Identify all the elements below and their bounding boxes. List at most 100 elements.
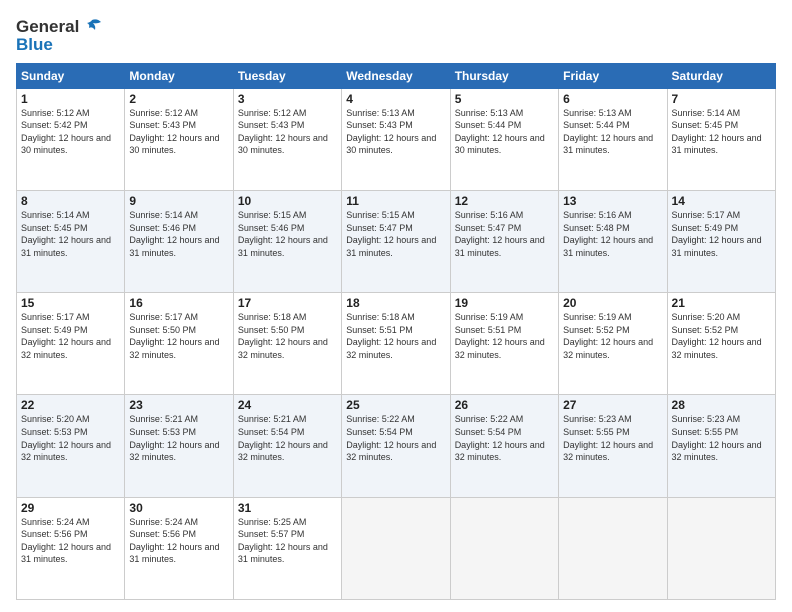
calendar-cell: 14Sunrise: 5:17 AM Sunset: 5:49 PM Dayli… — [667, 190, 775, 292]
day-number: 11 — [346, 194, 445, 208]
day-number: 19 — [455, 296, 554, 310]
day-info: Sunrise: 5:16 AM Sunset: 5:48 PM Dayligh… — [563, 209, 662, 259]
day-number: 15 — [21, 296, 120, 310]
day-number: 22 — [21, 398, 120, 412]
day-number: 29 — [21, 501, 120, 515]
calendar-cell: 24Sunrise: 5:21 AM Sunset: 5:54 PM Dayli… — [233, 395, 341, 497]
calendar-page: General Blue SundayMondayTuesdayWednesda… — [0, 0, 792, 612]
logo-bird-icon — [81, 16, 103, 38]
header: General Blue — [16, 16, 776, 55]
calendar-cell: 5Sunrise: 5:13 AM Sunset: 5:44 PM Daylig… — [450, 88, 558, 190]
calendar-table: SundayMondayTuesdayWednesdayThursdayFrid… — [16, 63, 776, 600]
day-info: Sunrise: 5:17 AM Sunset: 5:50 PM Dayligh… — [129, 311, 228, 361]
day-info: Sunrise: 5:15 AM Sunset: 5:47 PM Dayligh… — [346, 209, 445, 259]
day-info: Sunrise: 5:23 AM Sunset: 5:55 PM Dayligh… — [672, 413, 771, 463]
day-info: Sunrise: 5:16 AM Sunset: 5:47 PM Dayligh… — [455, 209, 554, 259]
day-info: Sunrise: 5:24 AM Sunset: 5:56 PM Dayligh… — [21, 516, 120, 566]
day-number: 21 — [672, 296, 771, 310]
day-number: 5 — [455, 92, 554, 106]
calendar-cell: 8Sunrise: 5:14 AM Sunset: 5:45 PM Daylig… — [17, 190, 125, 292]
day-number: 3 — [238, 92, 337, 106]
calendar-cell: 30Sunrise: 5:24 AM Sunset: 5:56 PM Dayli… — [125, 497, 233, 599]
calendar-cell: 22Sunrise: 5:20 AM Sunset: 5:53 PM Dayli… — [17, 395, 125, 497]
day-number: 13 — [563, 194, 662, 208]
day-info: Sunrise: 5:14 AM Sunset: 5:46 PM Dayligh… — [129, 209, 228, 259]
day-info: Sunrise: 5:24 AM Sunset: 5:56 PM Dayligh… — [129, 516, 228, 566]
day-number: 2 — [129, 92, 228, 106]
calendar-cell: 2Sunrise: 5:12 AM Sunset: 5:43 PM Daylig… — [125, 88, 233, 190]
day-header-thursday: Thursday — [450, 63, 558, 88]
calendar-cell: 10Sunrise: 5:15 AM Sunset: 5:46 PM Dayli… — [233, 190, 341, 292]
calendar-cell: 11Sunrise: 5:15 AM Sunset: 5:47 PM Dayli… — [342, 190, 450, 292]
day-number: 30 — [129, 501, 228, 515]
logo-blue: Blue — [16, 36, 103, 55]
calendar-body: 1Sunrise: 5:12 AM Sunset: 5:42 PM Daylig… — [17, 88, 776, 599]
day-info: Sunrise: 5:20 AM Sunset: 5:52 PM Dayligh… — [672, 311, 771, 361]
day-number: 4 — [346, 92, 445, 106]
day-header-wednesday: Wednesday — [342, 63, 450, 88]
day-info: Sunrise: 5:14 AM Sunset: 5:45 PM Dayligh… — [21, 209, 120, 259]
calendar-cell: 27Sunrise: 5:23 AM Sunset: 5:55 PM Dayli… — [559, 395, 667, 497]
logo: General Blue — [16, 16, 103, 55]
day-number: 28 — [672, 398, 771, 412]
day-info: Sunrise: 5:21 AM Sunset: 5:53 PM Dayligh… — [129, 413, 228, 463]
day-number: 9 — [129, 194, 228, 208]
calendar-cell: 26Sunrise: 5:22 AM Sunset: 5:54 PM Dayli… — [450, 395, 558, 497]
day-number: 16 — [129, 296, 228, 310]
calendar-week-row: 29Sunrise: 5:24 AM Sunset: 5:56 PM Dayli… — [17, 497, 776, 599]
day-number: 31 — [238, 501, 337, 515]
day-number: 8 — [21, 194, 120, 208]
day-info: Sunrise: 5:12 AM Sunset: 5:43 PM Dayligh… — [238, 107, 337, 157]
calendar-cell: 7Sunrise: 5:14 AM Sunset: 5:45 PM Daylig… — [667, 88, 775, 190]
calendar-cell — [450, 497, 558, 599]
calendar-cell — [559, 497, 667, 599]
day-number: 20 — [563, 296, 662, 310]
day-info: Sunrise: 5:18 AM Sunset: 5:51 PM Dayligh… — [346, 311, 445, 361]
day-info: Sunrise: 5:13 AM Sunset: 5:44 PM Dayligh… — [455, 107, 554, 157]
day-info: Sunrise: 5:13 AM Sunset: 5:44 PM Dayligh… — [563, 107, 662, 157]
day-number: 24 — [238, 398, 337, 412]
day-info: Sunrise: 5:22 AM Sunset: 5:54 PM Dayligh… — [455, 413, 554, 463]
calendar-cell: 20Sunrise: 5:19 AM Sunset: 5:52 PM Dayli… — [559, 293, 667, 395]
calendar-cell: 28Sunrise: 5:23 AM Sunset: 5:55 PM Dayli… — [667, 395, 775, 497]
calendar-week-row: 22Sunrise: 5:20 AM Sunset: 5:53 PM Dayli… — [17, 395, 776, 497]
day-info: Sunrise: 5:15 AM Sunset: 5:46 PM Dayligh… — [238, 209, 337, 259]
calendar-cell — [667, 497, 775, 599]
day-header-sunday: Sunday — [17, 63, 125, 88]
day-number: 10 — [238, 194, 337, 208]
days-header-row: SundayMondayTuesdayWednesdayThursdayFrid… — [17, 63, 776, 88]
day-number: 27 — [563, 398, 662, 412]
calendar-week-row: 8Sunrise: 5:14 AM Sunset: 5:45 PM Daylig… — [17, 190, 776, 292]
calendar-cell: 23Sunrise: 5:21 AM Sunset: 5:53 PM Dayli… — [125, 395, 233, 497]
day-number: 6 — [563, 92, 662, 106]
calendar-cell: 21Sunrise: 5:20 AM Sunset: 5:52 PM Dayli… — [667, 293, 775, 395]
day-info: Sunrise: 5:17 AM Sunset: 5:49 PM Dayligh… — [672, 209, 771, 259]
day-info: Sunrise: 5:21 AM Sunset: 5:54 PM Dayligh… — [238, 413, 337, 463]
calendar-cell: 19Sunrise: 5:19 AM Sunset: 5:51 PM Dayli… — [450, 293, 558, 395]
day-number: 18 — [346, 296, 445, 310]
calendar-week-row: 1Sunrise: 5:12 AM Sunset: 5:42 PM Daylig… — [17, 88, 776, 190]
calendar-cell: 25Sunrise: 5:22 AM Sunset: 5:54 PM Dayli… — [342, 395, 450, 497]
calendar-cell: 18Sunrise: 5:18 AM Sunset: 5:51 PM Dayli… — [342, 293, 450, 395]
calendar-cell: 9Sunrise: 5:14 AM Sunset: 5:46 PM Daylig… — [125, 190, 233, 292]
day-info: Sunrise: 5:23 AM Sunset: 5:55 PM Dayligh… — [563, 413, 662, 463]
day-number: 26 — [455, 398, 554, 412]
calendar-cell: 1Sunrise: 5:12 AM Sunset: 5:42 PM Daylig… — [17, 88, 125, 190]
day-number: 7 — [672, 92, 771, 106]
day-number: 17 — [238, 296, 337, 310]
day-header-friday: Friday — [559, 63, 667, 88]
day-info: Sunrise: 5:17 AM Sunset: 5:49 PM Dayligh… — [21, 311, 120, 361]
day-info: Sunrise: 5:14 AM Sunset: 5:45 PM Dayligh… — [672, 107, 771, 157]
day-info: Sunrise: 5:12 AM Sunset: 5:43 PM Dayligh… — [129, 107, 228, 157]
day-info: Sunrise: 5:19 AM Sunset: 5:52 PM Dayligh… — [563, 311, 662, 361]
calendar-cell: 12Sunrise: 5:16 AM Sunset: 5:47 PM Dayli… — [450, 190, 558, 292]
day-number: 23 — [129, 398, 228, 412]
day-number: 25 — [346, 398, 445, 412]
calendar-cell: 29Sunrise: 5:24 AM Sunset: 5:56 PM Dayli… — [17, 497, 125, 599]
day-header-monday: Monday — [125, 63, 233, 88]
calendar-cell: 3Sunrise: 5:12 AM Sunset: 5:43 PM Daylig… — [233, 88, 341, 190]
calendar-cell: 31Sunrise: 5:25 AM Sunset: 5:57 PM Dayli… — [233, 497, 341, 599]
day-number: 12 — [455, 194, 554, 208]
calendar-cell — [342, 497, 450, 599]
day-info: Sunrise: 5:19 AM Sunset: 5:51 PM Dayligh… — [455, 311, 554, 361]
